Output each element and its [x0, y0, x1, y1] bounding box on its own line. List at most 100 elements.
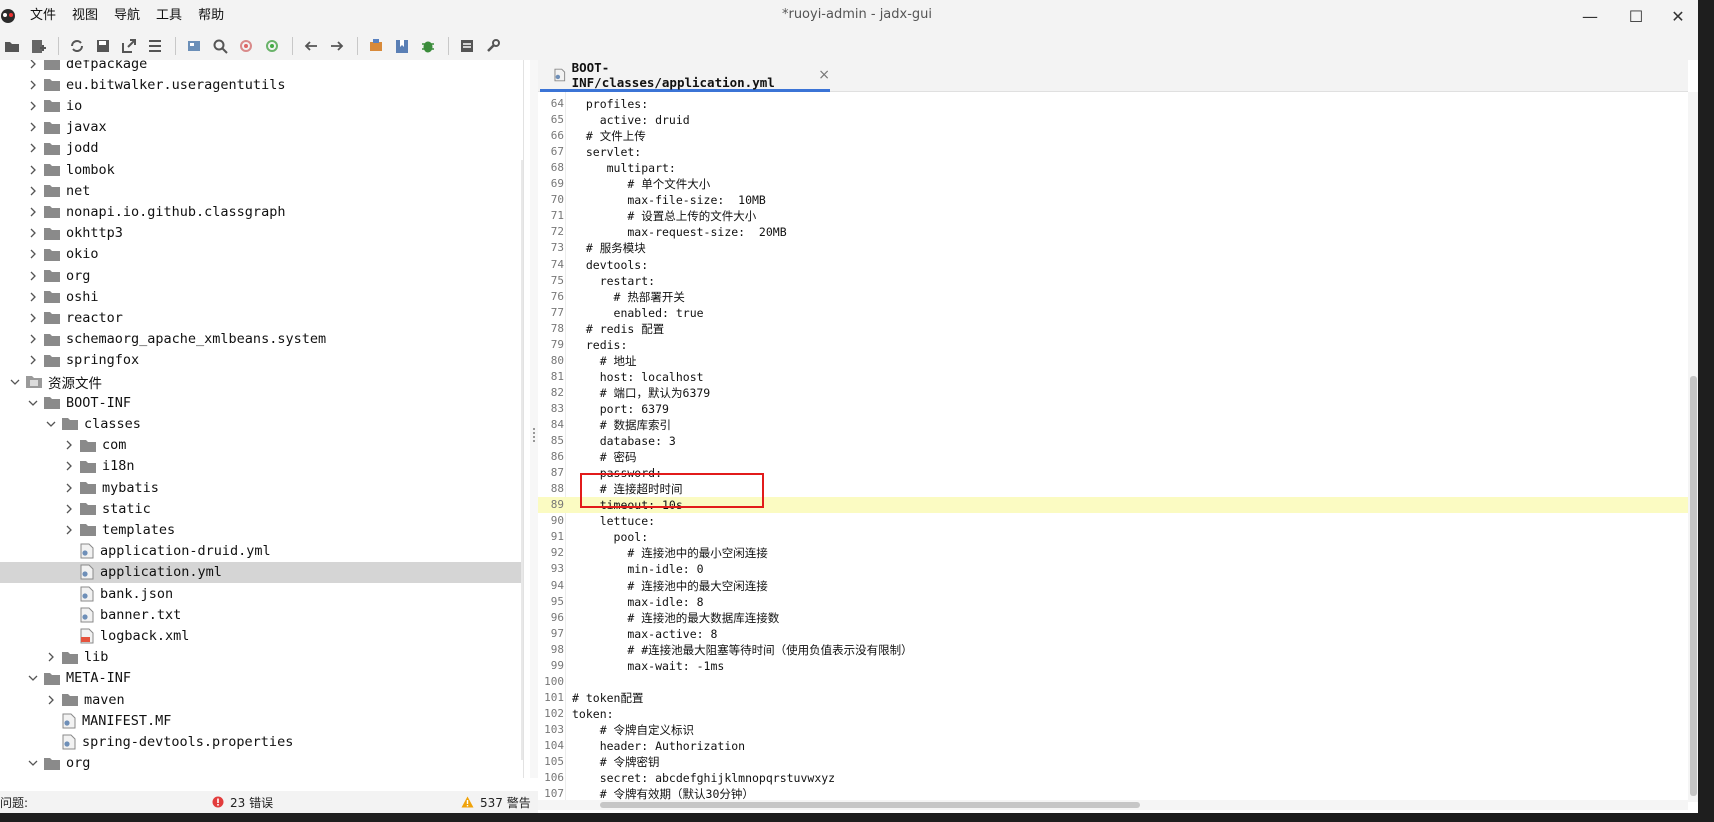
tree-item[interactable]: META-INF [0, 668, 523, 689]
save-button[interactable] [91, 34, 115, 58]
tab-application-yml[interactable]: BOOT-INF/classes/application.yml × [540, 60, 830, 92]
tree-item[interactable]: application.yml [0, 561, 523, 583]
back-button[interactable] [299, 34, 323, 58]
tree-item[interactable]: io [0, 95, 523, 116]
tree-item[interactable]: logback.xml [0, 625, 523, 646]
tree-item[interactable]: lib [0, 647, 523, 668]
chevron-down-icon[interactable] [26, 671, 40, 685]
chevron-right-icon[interactable] [62, 481, 76, 495]
chevron-down-icon[interactable] [44, 417, 58, 431]
debug-button[interactable] [416, 34, 440, 58]
tree-item[interactable]: com [0, 435, 523, 456]
find-class-button[interactable] [234, 34, 258, 58]
tree-item[interactable]: okhttp3 [0, 223, 523, 244]
tree-item[interactable]: application-druid.yml [0, 541, 523, 562]
vertical-scroll-thumb[interactable] [1690, 376, 1697, 796]
tree-item[interactable]: static [0, 498, 523, 519]
tree-item[interactable]: bank.json [0, 583, 523, 604]
search-button[interactable] [208, 34, 232, 58]
settings-button[interactable] [481, 34, 505, 58]
chevron-right-icon[interactable] [44, 777, 58, 778]
tree-item[interactable]: org [0, 753, 523, 774]
warnings-indicator[interactable]: 537 警告 [461, 794, 531, 811]
tree-item[interactable]: net [0, 180, 523, 201]
chevron-right-icon[interactable] [26, 353, 40, 367]
tree-item[interactable]: maven [0, 689, 523, 710]
folder-icon [44, 333, 60, 346]
tree-item[interactable]: nonapi.io.github.classgraph [0, 201, 523, 222]
code-editor[interactable]: 64 profiles: 65 active: druid 66 # 文件上传 67 … [538, 92, 1688, 800]
chevron-down-icon[interactable] [26, 756, 40, 770]
chevron-right-icon[interactable] [62, 459, 76, 473]
chevron-right-icon[interactable] [26, 290, 40, 304]
bookmark-button[interactable] [390, 34, 414, 58]
tree-item[interactable]: BOOT-INF [0, 392, 523, 413]
tree-item[interactable]: javax [0, 117, 523, 138]
menu-navigation[interactable]: 导航 [106, 0, 148, 32]
chevron-right-icon[interactable] [26, 311, 40, 325]
chevron-right-icon[interactable] [26, 184, 40, 198]
tree-item[interactable]: springfox [0, 350, 523, 371]
tree-item[interactable]: oshi [0, 286, 523, 307]
tree-item[interactable]: eu.bitwalker.useragentutils [0, 74, 523, 95]
tab-close-icon[interactable]: × [818, 67, 830, 83]
splitter-grip[interactable] [533, 428, 536, 442]
export-button[interactable] [117, 34, 141, 58]
tree-item[interactable]: org [0, 265, 523, 286]
tree-item[interactable]: okio [0, 244, 523, 265]
chevron-down-icon[interactable] [26, 396, 40, 410]
chevron-right-icon[interactable] [26, 141, 40, 155]
chevron-right-icon[interactable] [62, 523, 76, 537]
tree-item[interactable]: reactor [0, 307, 523, 328]
chevron-right-icon[interactable] [44, 650, 58, 664]
tree-item[interactable]: 资源文件 [0, 371, 523, 392]
maximize-button[interactable]: ☐ [1613, 0, 1659, 32]
chevron-right-icon[interactable] [26, 205, 40, 219]
forward-button[interactable] [325, 34, 349, 58]
tree-item[interactable]: i18n [0, 456, 523, 477]
tree-item[interactable]: MANIFEST.MF [0, 710, 523, 731]
tree-item[interactable]: spring-devtools.properties [0, 731, 523, 752]
tree-item[interactable]: templates [0, 519, 523, 540]
chevron-right-icon[interactable] [62, 502, 76, 516]
chevron-right-icon[interactable] [26, 226, 40, 240]
chevron-right-icon[interactable] [26, 78, 40, 92]
tree-item[interactable]: springframework [0, 774, 523, 778]
chevron-right-icon[interactable] [26, 99, 40, 113]
open-button[interactable] [0, 34, 24, 58]
panel-splitter[interactable] [530, 60, 538, 778]
chevron-right-icon[interactable] [26, 247, 40, 261]
sync-button[interactable] [65, 34, 89, 58]
tree-item[interactable]: lombok [0, 159, 523, 180]
chevron-right-icon[interactable] [26, 269, 40, 283]
tree-item[interactable]: defpackage [0, 60, 523, 74]
tree-item[interactable]: classes [0, 413, 523, 434]
chevron-right-icon[interactable] [44, 693, 58, 707]
log-button[interactable] [455, 34, 479, 58]
chevron-right-icon[interactable] [26, 120, 40, 134]
menu-help[interactable]: 帮助 [190, 0, 232, 32]
minimize-button-main[interactable]: — [1567, 0, 1613, 32]
tree-button[interactable] [143, 34, 167, 58]
horizontal-scroll-thumb[interactable] [600, 802, 1140, 808]
menu-tools[interactable]: 工具 [148, 0, 190, 32]
chevron-right-icon[interactable] [26, 163, 40, 177]
chevron-right-icon[interactable] [26, 332, 40, 346]
close-button[interactable]: ✕ [1655, 0, 1701, 32]
deobfuscation-button[interactable] [364, 34, 388, 58]
chevron-right-icon[interactable] [26, 60, 40, 71]
tree-item[interactable]: banner.txt [0, 604, 523, 625]
menu-file[interactable]: 文件 [22, 0, 64, 32]
chevron-right-icon[interactable] [62, 438, 76, 452]
tree-scrollbar[interactable] [521, 160, 523, 760]
menu-view[interactable]: 视图 [64, 0, 106, 32]
errors-indicator[interactable]: 23 错误 [212, 794, 273, 811]
tree-item[interactable]: mybatis [0, 477, 523, 498]
chevron-down-icon[interactable] [8, 375, 22, 389]
class-list-button[interactable] [182, 34, 206, 58]
find-usage-button[interactable] [260, 34, 284, 58]
add-files-button[interactable] [26, 34, 50, 58]
tree-item[interactable]: schemaorg_apache_xmlbeans.system [0, 329, 523, 350]
tree-item[interactable]: jodd [0, 138, 523, 159]
